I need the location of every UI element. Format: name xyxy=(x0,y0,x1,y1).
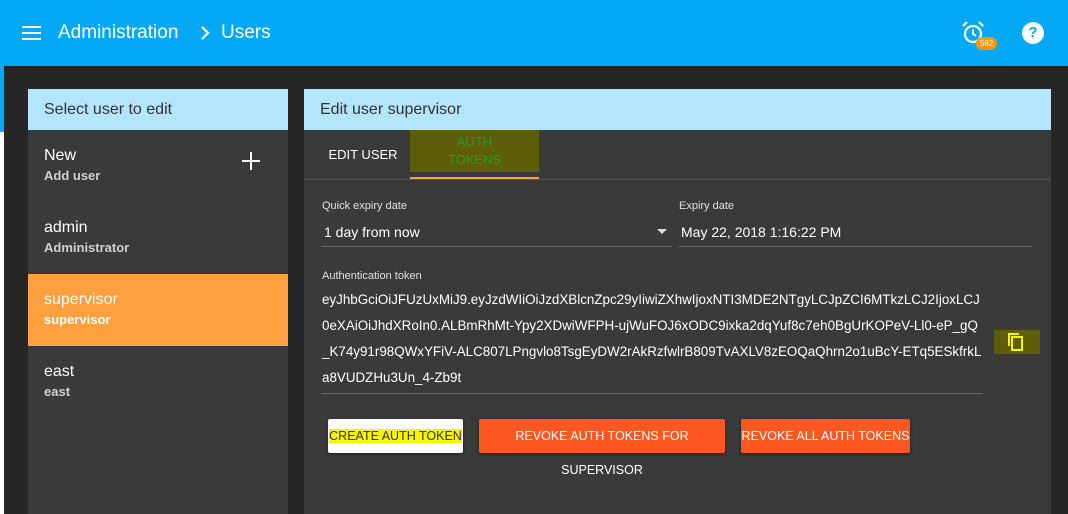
revoke-all-tokens-button[interactable]: REVOKE ALL AUTH TOKENS xyxy=(741,419,910,453)
user-item-admin[interactable]: admin Administrator xyxy=(28,202,288,274)
user-item-sub: east xyxy=(44,384,71,399)
breadcrumb-administration[interactable]: Administration xyxy=(58,22,178,44)
tab-edit-user[interactable]: EDIT USER xyxy=(310,130,416,179)
auth-token-value[interactable]: eyJhbGciOiJFUzUxMiJ9.eyJzdWIiOiJzdXBlcnZ… xyxy=(322,287,982,394)
user-item-sub: Administrator xyxy=(44,240,130,255)
user-item-east[interactable]: east east xyxy=(28,346,288,418)
chevron-right-icon xyxy=(201,26,210,40)
user-item-name: admin xyxy=(44,219,88,236)
tab-auth-tokens[interactable]: AUTH TOKENS xyxy=(410,130,539,179)
edit-user-title: Edit user supervisor xyxy=(304,89,1051,130)
copy-icon xyxy=(1008,333,1023,351)
user-item-name: supervisor xyxy=(44,291,118,308)
edit-user-panel: Edit user supervisor EDIT USER AUTH TOKE… xyxy=(304,89,1051,514)
alarm-count-badge: 582 xyxy=(976,37,997,50)
expiry-date-label: Expiry date xyxy=(679,200,735,212)
user-item-name: east xyxy=(44,363,75,380)
auth-token-label: Authentication token xyxy=(322,270,422,282)
copy-token-button[interactable] xyxy=(994,330,1040,354)
tab-auth-tokens-label: AUTH TOKENS xyxy=(410,130,539,172)
user-list-panel: Select user to edit New Add user admin A… xyxy=(28,89,288,514)
create-auth-token-label: CREATE AUTH TOKEN xyxy=(329,429,462,443)
user-item-new[interactable]: New Add user xyxy=(28,130,288,202)
quick-expiry-label: Quick expiry date xyxy=(322,200,407,212)
expiry-date-input[interactable]: May 22, 2018 1:16:22 PM xyxy=(679,224,1032,247)
menu-icon[interactable] xyxy=(22,26,42,40)
app-bar: Administration Users 582 ? xyxy=(0,0,1068,66)
plus-icon[interactable] xyxy=(242,152,260,170)
create-auth-token-button[interactable]: CREATE AUTH TOKEN xyxy=(328,419,463,453)
revoke-user-tokens-button[interactable]: REVOKE AUTH TOKENS FOR SUPERVISOR xyxy=(479,419,725,477)
user-item-sub: supervisor xyxy=(44,312,111,327)
user-list-title: Select user to edit xyxy=(28,89,288,130)
tab-bar: EDIT USER AUTH TOKENS xyxy=(304,130,1051,180)
user-item-sub: Add user xyxy=(44,168,101,183)
breadcrumb-users: Users xyxy=(221,22,271,43)
help-icon[interactable]: ? xyxy=(1022,22,1044,44)
quick-expiry-select[interactable]: 1 day from now xyxy=(322,224,672,247)
user-item-supervisor[interactable]: supervisor supervisor xyxy=(28,274,288,346)
user-item-name: New xyxy=(44,147,77,164)
dropdown-arrow-icon[interactable] xyxy=(657,229,667,234)
